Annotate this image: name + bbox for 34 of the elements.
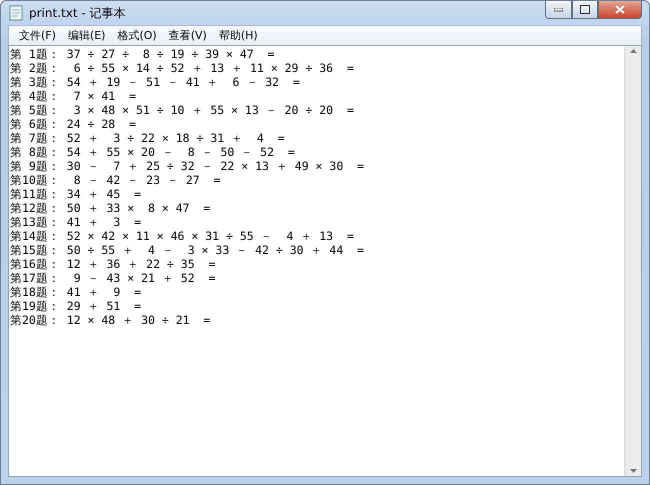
menu-item[interactable]: 格式(O) — [111, 28, 163, 43]
text-line: 第17题： 9 － 43 × 21 ＋ 52 = — [10, 271, 216, 285]
text-line: 第 2题： 6 ÷ 55 × 14 ÷ 52 ＋ 13 ＋ 11 × 29 ÷ 36 = — [10, 61, 354, 75]
menu-item[interactable]: 查看(V) — [162, 28, 213, 43]
close-icon — [615, 5, 625, 14]
text-line: 第 9题： 30 － 7 ＋ 25 ÷ 32 － 22 × 13 ＋ 49 × 30 = — [10, 159, 364, 173]
text-line: 第12题： 50 ＋ 33 × 8 × 47 = — [10, 201, 210, 215]
menu-item[interactable]: 编辑(E) — [62, 28, 112, 43]
scrollbar[interactable] — [624, 46, 641, 476]
text-line: 第 5题： 3 × 48 × 51 ÷ 10 ＋ 55 × 13 － 20 ÷ 20 = — [10, 103, 354, 117]
text-line: 第15题： 50 ÷ 55 ＋ 4 － 3 × 33 － 42 ÷ 30 ＋ 44 = — [10, 243, 364, 257]
minimize-icon — [554, 8, 563, 12]
menu-item[interactable]: 帮助(H) — [212, 28, 264, 43]
text-line: 第 6题： 24 ÷ 28 = — [10, 117, 136, 131]
maximize-icon — [580, 5, 590, 14]
text-line: 第 4题： 7 × 41 = — [10, 89, 136, 103]
maximize-button[interactable] — [572, 1, 598, 19]
text-line: 第 8题： 54 ＋ 55 × 20 － 8 － 50 － 52 = — [10, 145, 295, 159]
text-line: 第19题： 29 ＋ 51 = — [10, 299, 142, 313]
minimize-button[interactable] — [545, 1, 572, 19]
text-line: 第10题： 8 － 42 － 23 － 27 = — [10, 173, 220, 187]
close-button[interactable] — [598, 1, 642, 19]
text-line: 第16题： 12 ＋ 36 ＋ 22 ÷ 35 = — [10, 257, 216, 271]
text-line: 第11题： 34 ＋ 45 = — [10, 187, 142, 201]
text-line: 第 3题： 54 ＋ 19 － 51 － 41 ＋ 6 － 32 = — [10, 75, 300, 89]
text-line: 第18题： 41 ＋ 9 = — [10, 285, 142, 299]
text-line: 第13题： 41 ＋ 3 = — [10, 215, 142, 229]
text-line: 第 7题： 52 ＋ 3 ÷ 22 × 18 ÷ 31 ＋ 4 = — [10, 131, 285, 145]
menu-item[interactable]: 文件(F) — [13, 28, 62, 43]
notepad-icon — [9, 5, 23, 21]
text-line: 第14题： 52 × 42 × 11 × 46 × 31 ÷ 55 － 4 ＋ 13 = — [10, 229, 354, 243]
text-line: 第20题： 12 × 48 ＋ 30 ÷ 21 = — [10, 313, 210, 327]
window-title: print.txt - 记事本 — [29, 4, 126, 22]
text-line: 第 1题： 37 ÷ 27 ÷ 8 ÷ 19 ÷ 39 × 47 = — [10, 47, 274, 61]
